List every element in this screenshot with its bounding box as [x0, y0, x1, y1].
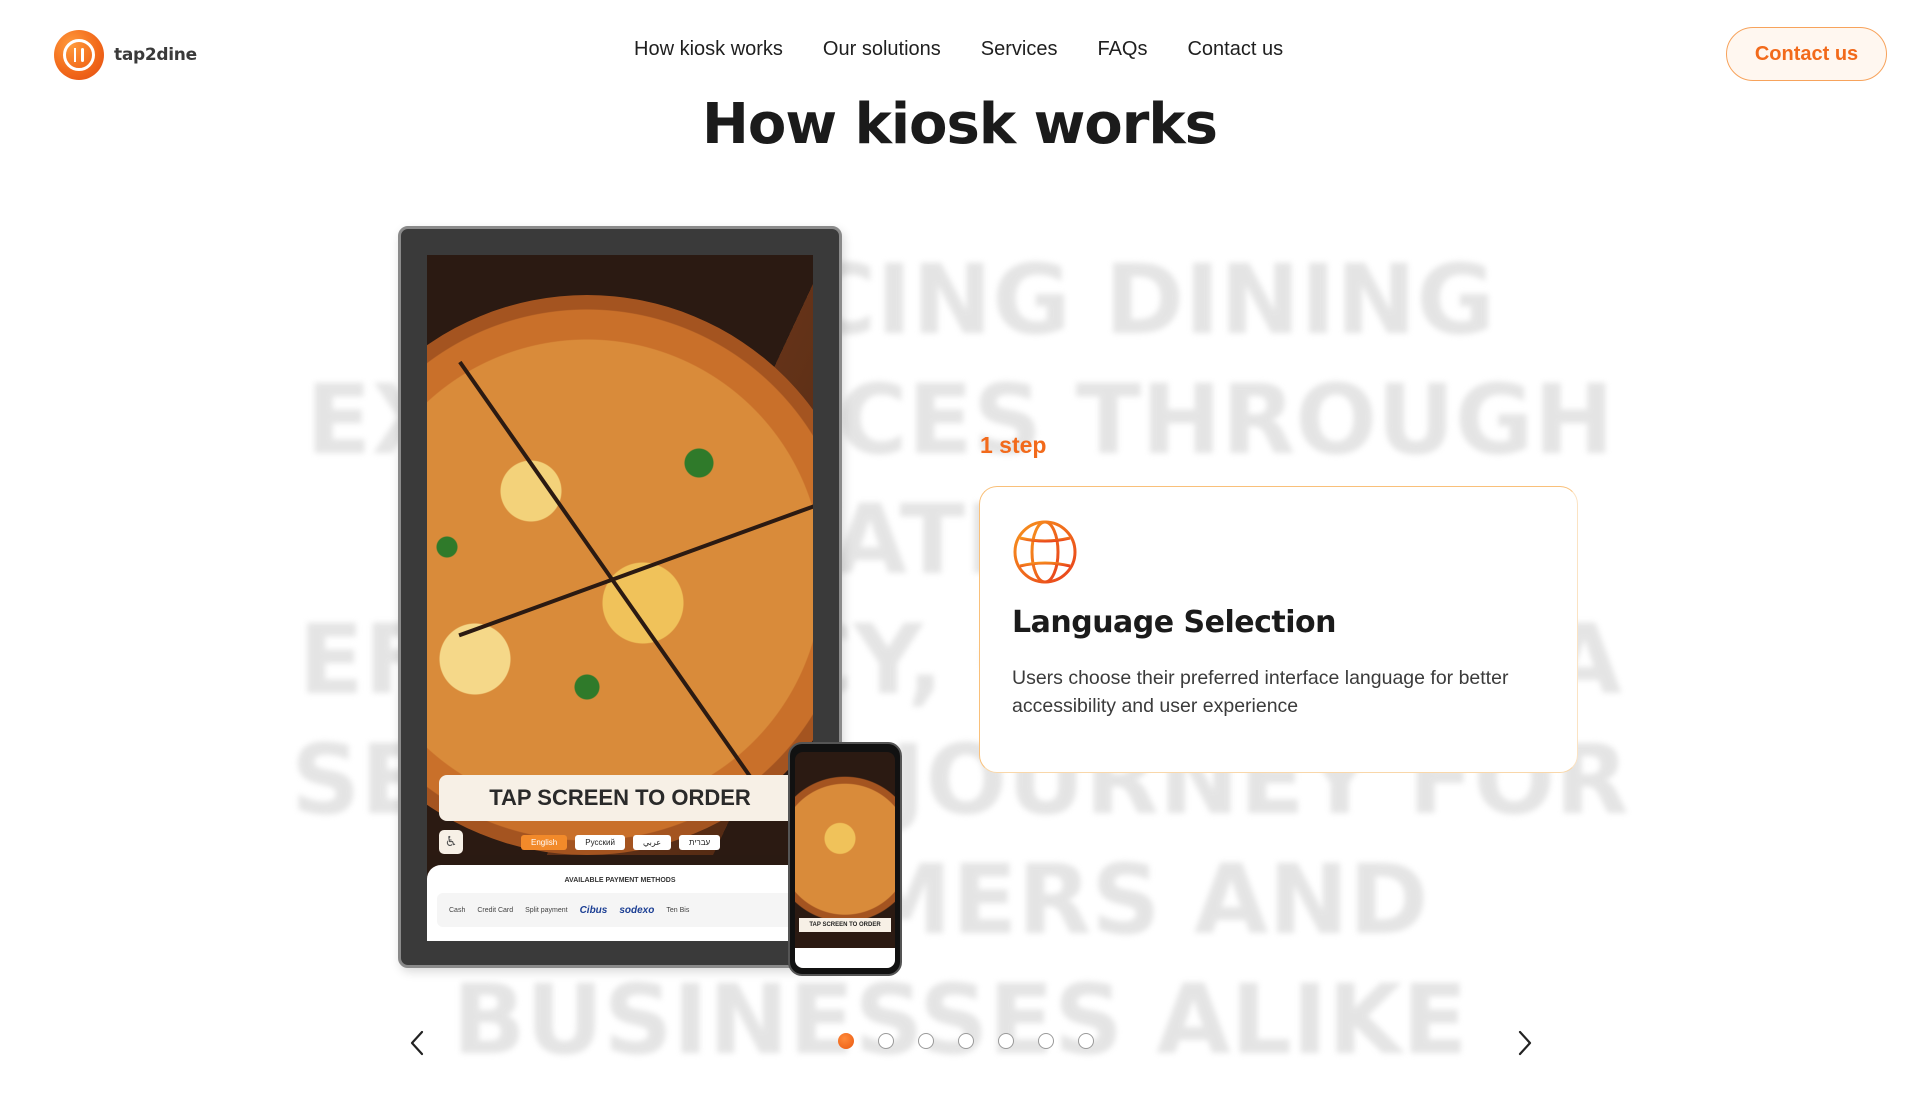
kiosk-tablet-image: TAP SCREEN TO ORDER ♿ English Русский عر… — [398, 226, 842, 968]
payment-methods-row: Cash Credit Card Split payment Cibus sod… — [437, 893, 803, 927]
logo-text: tap2dine — [114, 45, 197, 65]
phone-mockup-image: TAP SCREEN TO ORDER — [788, 742, 902, 976]
nav-contact-us[interactable]: Contact us — [1187, 38, 1283, 61]
step-label: 1 step — [980, 432, 1047, 458]
carousel-dot-2[interactable] — [878, 1033, 894, 1049]
nav-our-solutions[interactable]: Our solutions — [823, 38, 941, 61]
carousel-pagination — [838, 1033, 1094, 1049]
nav-faqs[interactable]: FAQs — [1097, 38, 1147, 61]
previous-arrow-icon[interactable] — [406, 1028, 430, 1058]
kiosk-lang-hebrew: עברית — [679, 834, 721, 850]
step-title: Language Selection — [1012, 605, 1337, 640]
nav-services[interactable]: Services — [981, 38, 1058, 61]
payment-sodexo: sodexo — [619, 904, 655, 916]
accessibility-icon: ♿ — [439, 830, 463, 854]
step-description: Users choose their preferred interface l… — [1012, 667, 1509, 717]
payment-split: Split payment — [525, 906, 568, 914]
payment-ten-bis: Ten Bis — [666, 906, 690, 914]
carousel-dot-1[interactable] — [838, 1033, 854, 1049]
carousel-dot-6[interactable] — [1038, 1033, 1054, 1049]
carousel-dot-5[interactable] — [998, 1033, 1014, 1049]
payment-title: AVAILABLE PAYMENT METHODS — [564, 877, 676, 884]
section-title: How kiosk works — [702, 92, 1218, 157]
phone-payment-area — [795, 948, 895, 968]
payment-credit-card: Credit Card — [477, 906, 514, 914]
carousel-dot-7[interactable] — [1078, 1033, 1094, 1049]
kiosk-screen: TAP SCREEN TO ORDER ♿ English Русский عر… — [427, 255, 813, 941]
kiosk-payment-panel: AVAILABLE PAYMENT METHODS Cash Credit Ca… — [427, 865, 813, 941]
kiosk-lang-russian: Русский — [575, 834, 625, 850]
pizza-background — [427, 255, 813, 855]
payment-cibus: Cibus — [579, 904, 608, 916]
contact-us-button[interactable]: Contact us — [1726, 27, 1887, 81]
globe-icon — [1013, 520, 1077, 584]
main-nav: How kiosk works Our solutions Services F… — [634, 38, 1283, 61]
phone-tap-banner: TAP SCREEN TO ORDER — [799, 918, 891, 932]
kiosk-lang-arabic: عربي — [632, 834, 672, 850]
payment-cash: Cash — [449, 906, 466, 914]
phone-screen: TAP SCREEN TO ORDER — [795, 752, 895, 968]
logo-icon — [54, 30, 104, 80]
logo[interactable]: tap2dine — [54, 30, 197, 80]
carousel-dot-4[interactable] — [958, 1033, 974, 1049]
kiosk-language-row: ♿ English Русский عربي עברית — [439, 829, 801, 855]
nav-how-kiosk-works[interactable]: How kiosk works — [634, 38, 783, 61]
kiosk-lang-english: English — [521, 834, 568, 850]
tap-to-order-banner: TAP SCREEN TO ORDER — [439, 775, 801, 821]
next-arrow-icon[interactable] — [1512, 1028, 1536, 1058]
carousel-dot-3[interactable] — [918, 1033, 934, 1049]
step-card: Language Selection Users choose their pr… — [979, 486, 1578, 773]
